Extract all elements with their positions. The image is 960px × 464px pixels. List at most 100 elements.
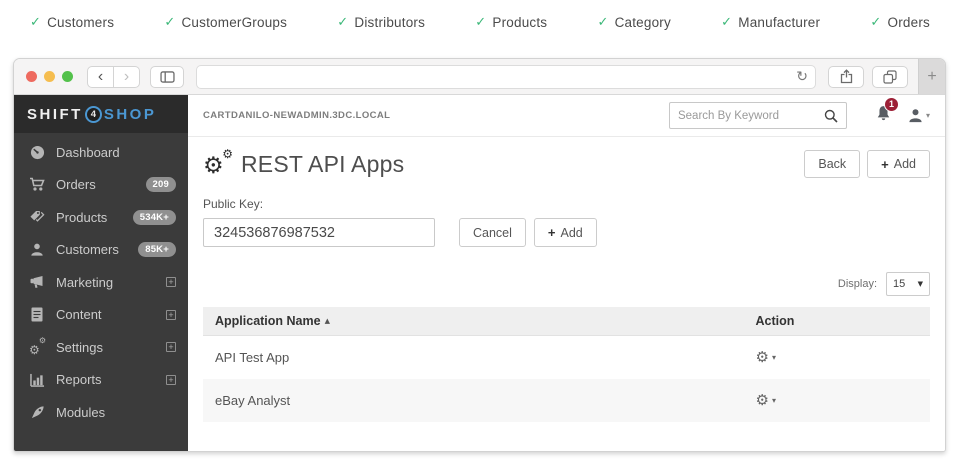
sidebar-item-dashboard[interactable]: Dashboard xyxy=(14,136,188,169)
rest-api-gears-icon: ⚙ ⚙ xyxy=(203,150,235,178)
caret-down-icon: ▾ xyxy=(772,353,776,362)
add-button[interactable]: + Add xyxy=(867,150,930,178)
tabs-icon xyxy=(883,70,897,84)
plus-icon: + xyxy=(881,157,889,172)
new-tab-button[interactable]: + xyxy=(918,59,945,94)
orders-count-badge: 209 xyxy=(146,177,176,192)
public-key-form: Public Key: Cancel + Add xyxy=(188,188,945,247)
share-button[interactable] xyxy=(828,66,864,88)
browser-back-button[interactable]: ‹ xyxy=(87,66,114,88)
tab-overview-button[interactable] xyxy=(872,66,908,88)
checklist-item-customergroups: ✓ CustomerGroups xyxy=(164,14,287,30)
cancel-button[interactable]: Cancel xyxy=(459,218,526,247)
public-key-label: Public Key: xyxy=(203,197,930,211)
megaphone-icon xyxy=(28,275,46,289)
minimize-window-button[interactable] xyxy=(44,71,55,82)
column-application-name[interactable]: Application Name ▲ xyxy=(203,314,756,328)
public-key-input[interactable] xyxy=(203,218,435,247)
sidebar-item-label: Settings xyxy=(56,340,166,355)
file-icon xyxy=(28,307,46,322)
checklist-item-orders: ✓ Orders xyxy=(870,14,930,30)
sidebar-item-marketing[interactable]: Marketing + xyxy=(14,266,188,299)
chevron-down-icon: ▾ xyxy=(926,111,930,120)
display-control: Display: 15 ▼ xyxy=(188,247,945,307)
sidebar-toggle-button[interactable] xyxy=(150,66,184,88)
check-icon: ✓ xyxy=(597,14,608,30)
check-icon: ✓ xyxy=(870,14,881,30)
app-name-cell: API Test App xyxy=(203,350,756,365)
plus-icon: + xyxy=(548,225,556,240)
address-bar-container: ↻ xyxy=(196,65,816,89)
sidebar-item-modules[interactable]: Modules xyxy=(14,396,188,429)
back-button[interactable]: Back xyxy=(804,150,860,178)
admin-header: CARTDANILO-NEWADMIN.3DC.LOCAL 1 xyxy=(188,95,945,137)
checklist-label: Manufacturer xyxy=(738,15,820,30)
window-controls xyxy=(26,71,73,82)
sidebar-item-products[interactable]: Products 534K+ xyxy=(14,201,188,234)
dashboard-icon xyxy=(28,145,46,160)
main-panel: CARTDANILO-NEWADMIN.3DC.LOCAL 1 xyxy=(188,95,945,451)
sidebar-item-label: Orders xyxy=(56,177,146,192)
zoom-window-button[interactable] xyxy=(62,71,73,82)
logo-text-shift: SHIFT xyxy=(27,106,83,123)
form-add-button[interactable]: + Add xyxy=(534,218,597,247)
check-icon: ✓ xyxy=(721,14,732,30)
share-icon xyxy=(840,69,853,84)
page-title: REST API Apps xyxy=(241,151,404,178)
sidebar-item-settings[interactable]: ⚙ ⚙ Settings + xyxy=(14,331,188,364)
page-header: ⚙ ⚙ REST API Apps Back + Add xyxy=(188,137,945,188)
api-apps-table: Application Name ▲ Action API Test App ⚙… xyxy=(203,307,930,422)
admin-app: SHIFT 4 SHOP Dashboard xyxy=(14,95,945,451)
expand-icon[interactable]: + xyxy=(166,342,176,352)
sidebar: SHIFT 4 SHOP Dashboard xyxy=(14,95,188,451)
rocket-icon xyxy=(28,405,46,420)
checklist-item-category: ✓ Category xyxy=(597,14,670,30)
sidebar-item-orders[interactable]: Orders 209 xyxy=(14,169,188,202)
logo-four-circle: 4 xyxy=(85,106,102,123)
sidebar-item-reports[interactable]: Reports + xyxy=(14,364,188,397)
history-nav: ‹ › xyxy=(87,66,140,88)
cart-icon xyxy=(28,177,46,192)
shift4shop-logo[interactable]: SHIFT 4 SHOP xyxy=(14,95,188,133)
checklist-item-products: ✓ Products xyxy=(475,14,547,30)
expand-icon[interactable]: + xyxy=(166,277,176,287)
table-header-row: Application Name ▲ Action xyxy=(203,307,930,336)
notifications-button[interactable]: 1 xyxy=(875,105,892,127)
check-icon: ✓ xyxy=(475,14,486,30)
expand-icon[interactable]: + xyxy=(166,375,176,385)
expand-icon[interactable]: + xyxy=(166,310,176,320)
notification-count-badge: 1 xyxy=(884,97,899,112)
user-menu-button[interactable]: ▾ xyxy=(908,108,930,123)
checklist-label: CustomerGroups xyxy=(181,15,287,30)
browser-window: ‹ › ↻ + xyxy=(13,58,946,452)
sidebar-item-label: Modules xyxy=(56,405,176,420)
browser-forward-button[interactable]: › xyxy=(113,66,140,88)
bar-chart-icon xyxy=(28,373,46,387)
sidebar-item-label: Reports xyxy=(56,372,166,387)
checklist-item-manufacturer: ✓ Manufacturer xyxy=(721,14,820,30)
row-action-menu-button[interactable]: ⚙ ▾ xyxy=(756,393,930,408)
sort-asc-icon: ▲ xyxy=(325,317,330,325)
row-action-menu-button[interactable]: ⚙ ▾ xyxy=(756,350,930,365)
page-size-select[interactable]: 15 ▼ xyxy=(886,272,930,296)
user-icon xyxy=(28,242,46,257)
sidebar-item-label: Customers xyxy=(56,242,138,257)
address-bar[interactable] xyxy=(197,66,815,88)
table-row: eBay Analyst ⚙ ▾ xyxy=(203,379,930,422)
store-domain: CARTDANILO-NEWADMIN.3DC.LOCAL xyxy=(203,110,390,121)
checklist-item-customers: ✓ Customers xyxy=(30,14,114,30)
check-icon: ✓ xyxy=(164,14,175,30)
sidebar-item-label: Dashboard xyxy=(56,145,176,160)
table-row: API Test App ⚙ ▾ xyxy=(203,336,930,379)
caret-down-icon: ▾ xyxy=(772,396,776,405)
gears-icon: ⚙ ⚙ xyxy=(28,340,46,354)
products-count-badge: 534K+ xyxy=(133,210,176,225)
search-icon[interactable] xyxy=(824,109,838,123)
display-label: Display: xyxy=(838,278,877,290)
close-window-button[interactable] xyxy=(26,71,37,82)
sidebar-item-customers[interactable]: Customers 85K+ xyxy=(14,234,188,267)
sidebar-item-content[interactable]: Content + xyxy=(14,299,188,332)
page-size-value: 15 xyxy=(893,278,905,290)
search-input[interactable] xyxy=(678,110,824,122)
reload-icon[interactable]: ↻ xyxy=(796,70,808,84)
